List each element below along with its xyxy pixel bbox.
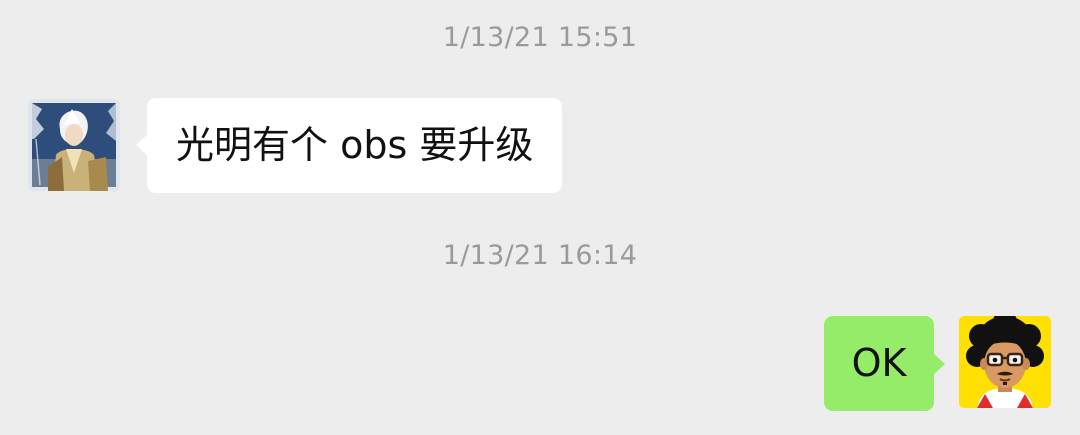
self-avatar[interactable] [959,316,1051,408]
contact-avatar[interactable] [28,99,120,191]
incoming-message-bubble[interactable]: 光明有个 obs 要升级 [136,98,562,193]
message-timestamp: 1/13/21 15:51 [442,22,638,53]
anime-warrior-avatar-icon [28,99,120,191]
message-timestamp: 1/13/21 16:14 [442,240,638,271]
cartoon-man-glasses-avatar-icon [959,316,1051,408]
outgoing-message-bubble[interactable]: OK [824,316,945,411]
